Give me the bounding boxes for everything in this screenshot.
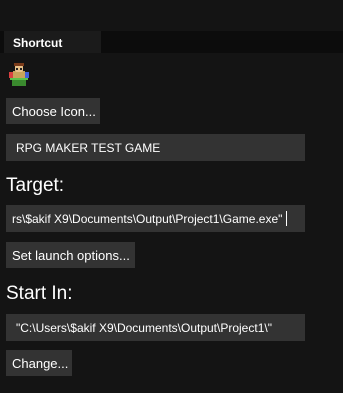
tab-bar: Shortcut	[0, 31, 343, 53]
target-label: Target:	[6, 175, 65, 196]
text-caret	[286, 211, 288, 226]
choose-icon-button[interactable]: Choose Icon...	[6, 98, 100, 124]
start-in-input[interactable]: "C:\Users\$akif X9\Documents\Output\Proj…	[6, 314, 305, 341]
set-launch-options-label: Set launch options...	[12, 247, 130, 263]
start-in-input-value: "C:\Users\$akif X9\Documents\Output\Proj…	[16, 320, 272, 335]
choose-icon-button-label: Choose Icon...	[12, 103, 96, 119]
target-input-value: rs\$akif X9\Documents\Output\Project1\Ga…	[12, 211, 283, 226]
shortcut-name-value: RPG MAKER TEST GAME	[16, 140, 161, 155]
set-launch-options-button[interactable]: Set launch options...	[6, 242, 135, 268]
change-button[interactable]: Change...	[6, 350, 72, 376]
target-input[interactable]: rs\$akif X9\Documents\Output\Project1\Ga…	[6, 205, 305, 232]
app-icon	[8, 62, 30, 88]
change-button-label: Change...	[12, 355, 69, 371]
shortcut-name-field[interactable]: RPG MAKER TEST GAME	[6, 134, 305, 161]
tab-shortcut-label: Shortcut	[13, 36, 63, 50]
start-in-label: Start In:	[6, 283, 73, 304]
tab-shortcut[interactable]: Shortcut	[4, 31, 101, 53]
